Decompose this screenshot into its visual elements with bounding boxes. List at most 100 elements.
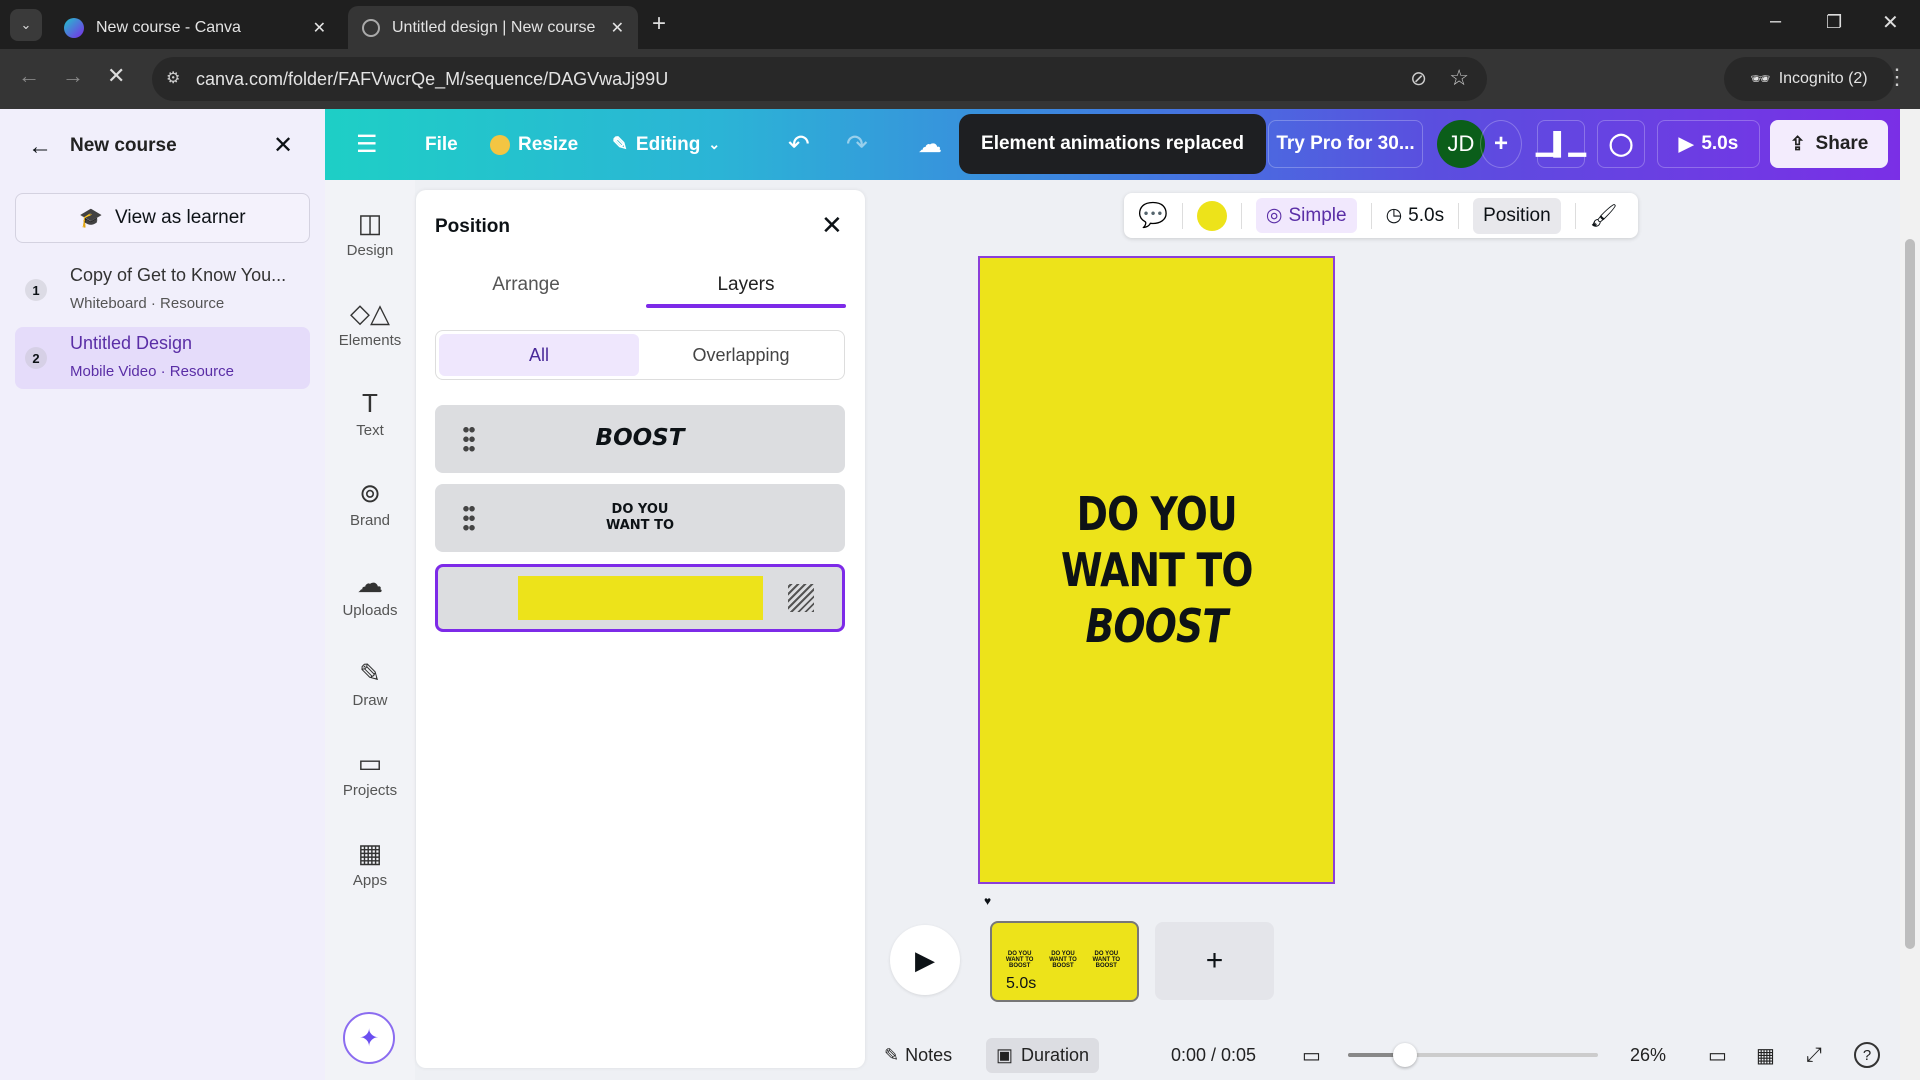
elements-icon: ◇△ xyxy=(350,298,390,328)
help-icon[interactable]: ? xyxy=(1854,1042,1880,1068)
resize-button[interactable]: Resize xyxy=(490,109,578,180)
item-subtitle: Mobile Video · Resource xyxy=(70,363,234,380)
vertical-scrollbar[interactable] xyxy=(1900,109,1920,1080)
file-menu[interactable]: File xyxy=(425,109,458,180)
editing-dropdown[interactable]: ✎ Editing ⌄ xyxy=(612,109,720,180)
browser-tab-new-course[interactable]: New course - Canva ✕ xyxy=(50,6,340,49)
undo-icon[interactable]: ↶ xyxy=(788,109,810,180)
fullscreen-icon[interactable]: ⤢ xyxy=(1806,1044,1822,1067)
scrollbar-thumb[interactable] xyxy=(1905,239,1915,949)
design-canvas-page[interactable]: DO YOU WANT TO BOOST xyxy=(978,256,1335,884)
magic-sparkle-button[interactable]: ✦ xyxy=(343,1012,395,1064)
rail-elements[interactable]: ◇△ Elements xyxy=(325,298,415,349)
canvas-text-boost[interactable]: BOOST xyxy=(1086,598,1228,654)
thumb-text: DO YOU WANT TO BOOST xyxy=(1092,951,1121,969)
playhead-marker-icon[interactable]: ♥ xyxy=(984,894,991,908)
rail-label: Apps xyxy=(352,872,388,889)
rail-label: Brand xyxy=(349,512,391,529)
close-panel-icon[interactable]: ✕ xyxy=(821,210,843,241)
close-course-panel-icon[interactable]: ✕ xyxy=(273,131,293,160)
canva-favicon-icon xyxy=(64,17,84,38)
forward-icon[interactable]: → xyxy=(62,63,84,89)
present-button[interactable]: ▶ 5.0s xyxy=(1657,120,1760,168)
position-panel: Position ✕ Arrange Layers All Overlappin… xyxy=(416,190,865,1068)
rail-apps[interactable]: ▦ Apps xyxy=(325,838,415,889)
filter-overlapping[interactable]: Overlapping xyxy=(641,334,841,376)
rail-label: Uploads xyxy=(342,602,398,619)
duration-button[interactable]: ◷ 5.0s xyxy=(1386,204,1445,227)
add-comment-icon[interactable]: 💬 xyxy=(1138,201,1168,230)
rail-brand[interactable]: ⊚ Brand xyxy=(325,478,415,529)
position-button[interactable]: Position xyxy=(1473,197,1561,234)
tab-title: New course - Canva xyxy=(96,18,241,36)
canvas-text-line[interactable]: DO YOU xyxy=(1076,486,1237,542)
bookmark-star-icon[interactable]: ☆ xyxy=(1449,65,1469,91)
incognito-badge[interactable]: 🕶 Incognito (2) xyxy=(1724,57,1894,101)
browser-tab-untitled-design[interactable]: Untitled design | New course ✕ xyxy=(348,6,638,49)
rail-projects[interactable]: ▭ Projects xyxy=(325,748,415,799)
panel-title: Position xyxy=(435,216,510,237)
item-title: Copy of Get to Know You... xyxy=(70,265,287,285)
layer-do-you-want-to[interactable]: DO YOU WANT TO xyxy=(435,484,845,552)
avatar[interactable]: JD xyxy=(1437,120,1485,168)
menu-icon[interactable]: ☰ xyxy=(356,109,378,180)
duration-toggle[interactable]: ▣ Duration xyxy=(986,1037,1100,1073)
incognito-label: Incognito (2) xyxy=(1778,70,1868,87)
grid-view-icon[interactable]: ▦ xyxy=(1756,1043,1775,1068)
layer-boost[interactable]: BOOST xyxy=(435,405,845,473)
rail-uploads[interactable]: ☁ Uploads xyxy=(325,568,415,619)
play-timeline-button[interactable]: ▶ xyxy=(890,925,960,995)
cloud-saved-icon[interactable]: ☁ xyxy=(918,109,942,180)
site-settings-icon[interactable]: ⚙ xyxy=(166,68,180,88)
share-button[interactable]: ⇪ Share xyxy=(1770,120,1888,168)
notes-button[interactable]: ✎ Notes xyxy=(884,1045,952,1066)
rail-label: Design xyxy=(346,242,394,259)
back-arrow-icon[interactable]: ← xyxy=(28,133,52,161)
add-page-button[interactable]: + xyxy=(1155,922,1274,1000)
close-tab-icon[interactable]: ✕ xyxy=(611,18,624,38)
comment-icon[interactable]: ◯ xyxy=(1597,120,1645,168)
paint-roller-icon[interactable]: 🖌 xyxy=(1590,203,1618,229)
upload-cloud-icon: ☁ xyxy=(357,568,383,598)
color-swatch-button[interactable] xyxy=(1196,200,1227,231)
share-label: Share xyxy=(1815,133,1869,154)
timeline-page-thumbnail[interactable]: DO YOU WANT TO BOOST DO YOU WANT TO BOOST… xyxy=(990,921,1139,1002)
url-field[interactable]: ⚙ canva.com/folder/FAFVwcrQe_M/sequence/… xyxy=(152,57,1487,101)
animation-simple-button[interactable]: ◎ Simple xyxy=(1255,198,1357,233)
try-pro-button[interactable]: Try Pro for 30... xyxy=(1268,120,1423,168)
zoom-slider-handle[interactable] xyxy=(1393,1043,1418,1067)
zoom-slider[interactable] xyxy=(1348,1043,1598,1067)
transparency-pattern-icon xyxy=(788,584,814,612)
page-view-icon[interactable]: ▭ xyxy=(1708,1043,1727,1068)
timeline-view-icon[interactable]: ▭ xyxy=(1302,1043,1321,1068)
close-tab-icon[interactable]: ✕ xyxy=(313,18,326,38)
crown-icon xyxy=(490,134,510,155)
eye-off-icon[interactable]: ⊘ xyxy=(1410,66,1427,91)
divider xyxy=(1458,202,1460,229)
page-duration: 5.0s xyxy=(1006,975,1037,992)
notes-icon: ✎ xyxy=(884,1044,900,1065)
tab-arrange[interactable]: Arrange xyxy=(446,274,606,296)
stop-loading-icon[interactable]: ✕ xyxy=(107,63,125,89)
layer-background[interactable] xyxy=(435,564,845,632)
filter-all[interactable]: All xyxy=(439,334,639,376)
view-as-learner-button[interactable]: 🎓 View as learner xyxy=(15,193,310,243)
course-item-2[interactable]: 2 Untitled Design Mobile Video · Resourc… xyxy=(15,327,310,389)
rail-draw[interactable]: ✎ Draw xyxy=(325,658,415,709)
close-window-button[interactable]: ✕ xyxy=(1882,10,1899,35)
minimize-button[interactable]: – xyxy=(1770,10,1781,33)
tab-list-chevron-icon[interactable]: ⌄ xyxy=(10,9,42,41)
redo-icon[interactable]: ↷ xyxy=(846,109,868,180)
new-tab-button[interactable]: + xyxy=(652,10,666,38)
tab-layers[interactable]: Layers xyxy=(646,274,846,296)
add-collaborator-icon[interactable]: + xyxy=(1480,120,1522,168)
rail-text[interactable]: T Text xyxy=(325,388,415,439)
restore-button[interactable]: ❐ xyxy=(1826,12,1842,33)
zoom-percent[interactable]: 26% xyxy=(1630,1045,1666,1066)
rail-design[interactable]: ◫ Design xyxy=(325,208,415,259)
browser-menu-icon[interactable]: ⋮ xyxy=(1886,64,1908,90)
canvas-text-line[interactable]: WANT TO xyxy=(1061,542,1253,598)
course-item-1[interactable]: 1 Copy of Get to Know You... Whiteboard … xyxy=(15,259,310,321)
insights-chart-icon[interactable]: ▁▌▁ xyxy=(1536,120,1586,168)
back-icon[interactable]: ← xyxy=(18,63,40,89)
